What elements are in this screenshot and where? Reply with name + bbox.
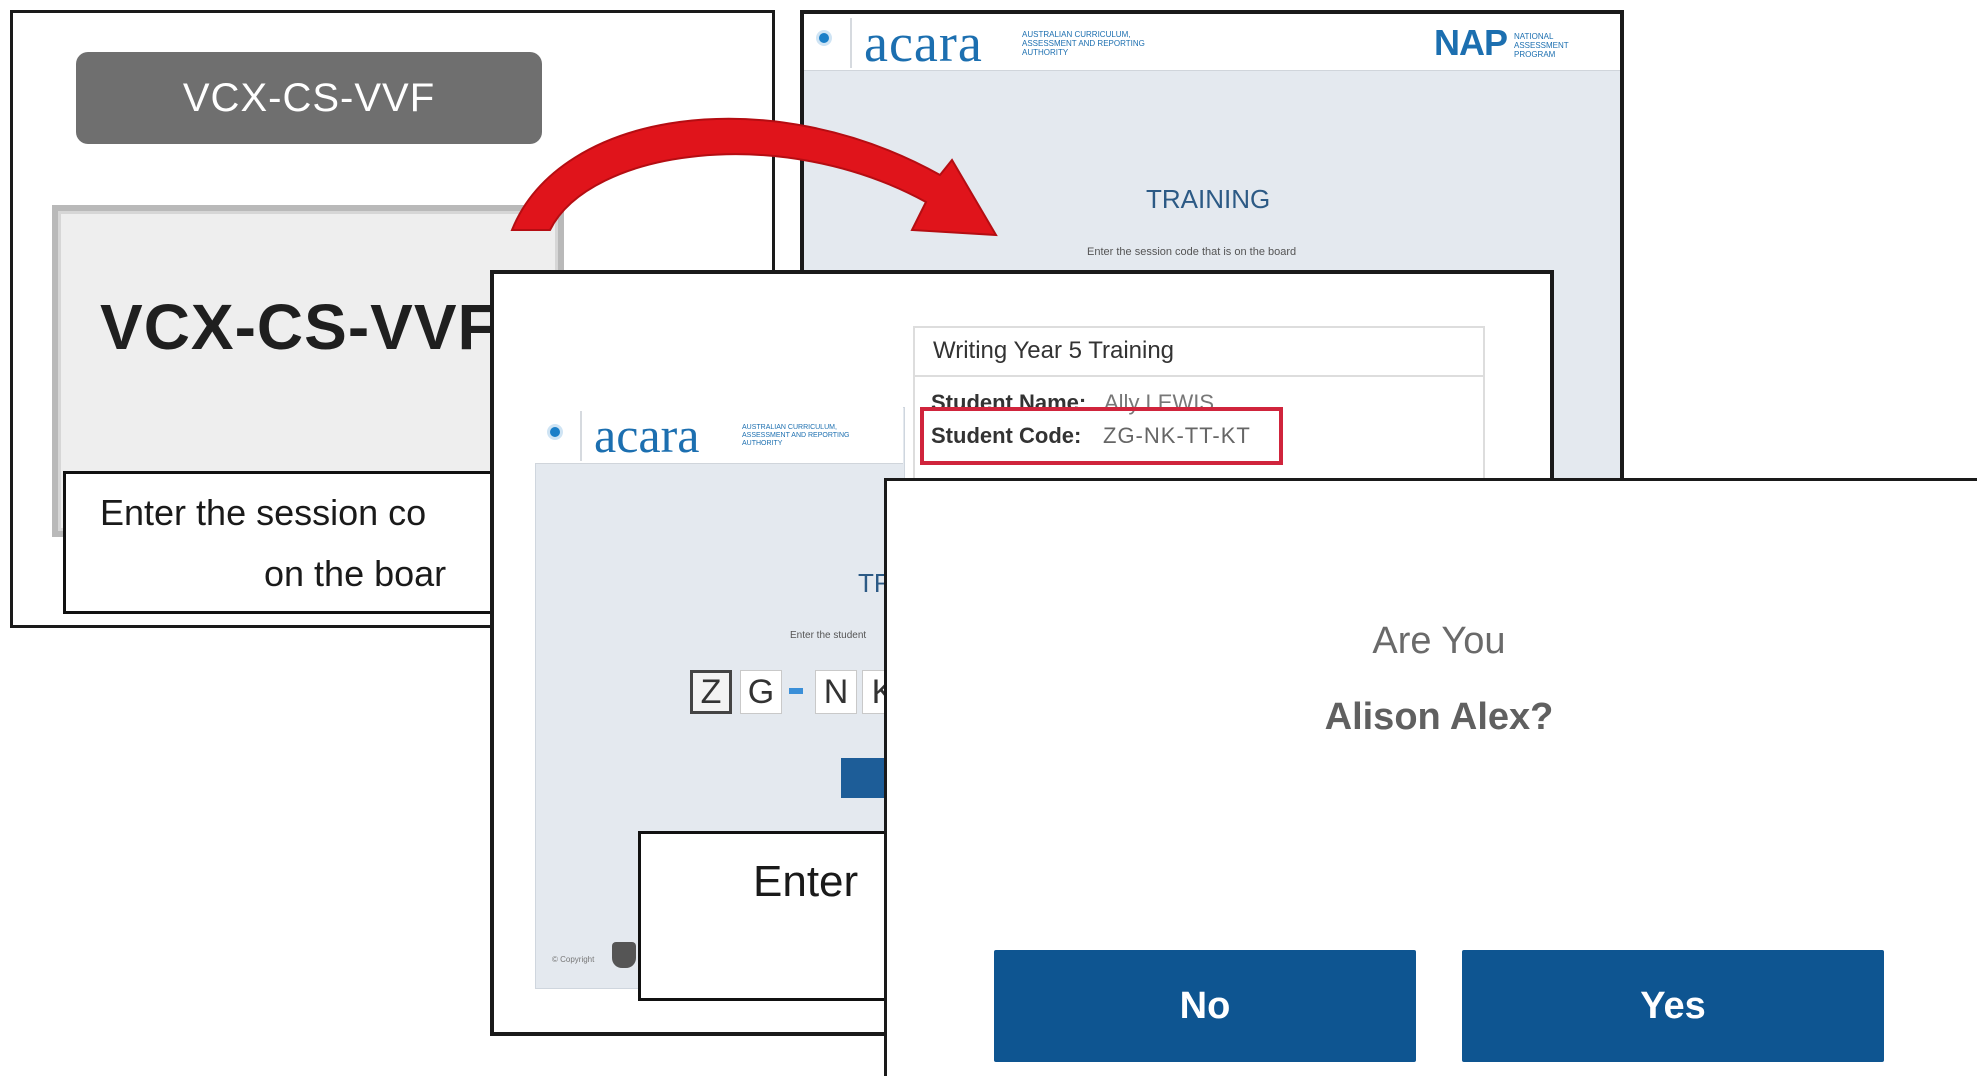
caption-line-2: on the boar <box>264 553 447 594</box>
student-full-name: Alison Alex? <box>1324 696 1554 738</box>
training-title: TRAINING <box>1146 184 1271 214</box>
board-session-code: VCX-CS-VVF <box>100 291 498 363</box>
code-input-char-1[interactable]: Z <box>690 670 732 714</box>
caption-line-1: Enter the session co <box>100 492 427 533</box>
session-code-chip: VCX-CS-VVF <box>76 52 542 144</box>
code-input-char-3[interactable]: N <box>815 670 857 714</box>
acara-logo: acara <box>594 407 700 463</box>
confirm-question: Are You <box>1372 620 1506 662</box>
nap-logo-subtitle: NATIONAL ASSESSMENT PROGRAM <box>1514 32 1569 59</box>
acara-logo: acara <box>864 13 983 73</box>
coat-of-arms-icon <box>612 942 636 968</box>
code-input-char-2[interactable]: G <box>740 670 782 714</box>
header-divider <box>850 18 852 68</box>
card-divider <box>913 375 1485 377</box>
test-name: Writing Year 5 Training <box>933 337 1175 364</box>
flow-arrow-icon <box>510 117 998 237</box>
student-code-hint: Enter the student <box>790 630 867 641</box>
settings-dot-icon[interactable] <box>547 424 563 440</box>
student-code-highlight <box>920 407 1283 465</box>
acara-logo-subtitle: AUSTRALIAN CURRICULUM, ASSESSMENT AND RE… <box>1022 30 1145 57</box>
no-button[interactable]: No <box>994 950 1416 1062</box>
yes-button[interactable]: Yes <box>1462 950 1884 1062</box>
caption-text: Enter <box>753 857 859 906</box>
nap-logo: NAP <box>1434 22 1508 63</box>
session-code-instruction: Enter the session code that is on the bo… <box>1087 246 1297 258</box>
copyright-text: © Copyright <box>552 955 595 964</box>
acara-logo-subtitle: AUSTRALIAN CURRICULUM, ASSESSMENT AND RE… <box>742 424 850 447</box>
header-divider <box>580 411 582 461</box>
settings-dot-icon[interactable] <box>816 30 832 46</box>
code-separator <box>789 688 803 694</box>
